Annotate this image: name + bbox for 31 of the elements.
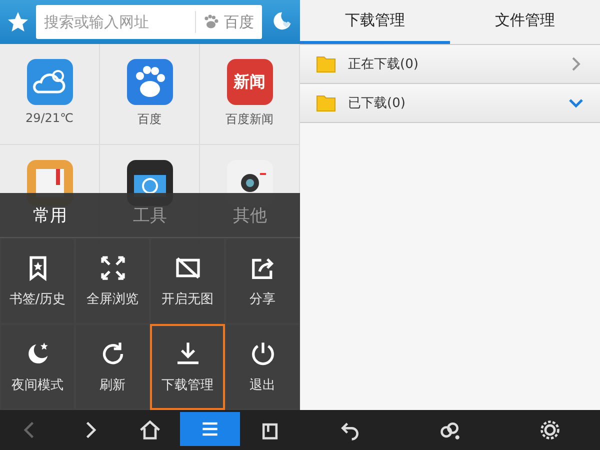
menu-item[interactable]: 退出 — [225, 324, 300, 410]
paw-icon — [202, 13, 220, 31]
paw-icon[interactable] — [126, 59, 172, 105]
menu-item[interactable]: 刷新 — [75, 324, 150, 410]
settings-icon — [539, 419, 561, 441]
folder-icon — [316, 94, 336, 112]
menu-item[interactable]: 夜间模式 — [0, 324, 75, 410]
shortcut-label: 百度 — [138, 111, 162, 128]
search-field[interactable]: 搜索或输入网址 百度 — [36, 5, 262, 39]
star-icon[interactable] — [6, 10, 30, 34]
menu-tab[interactable]: 常用 — [0, 193, 100, 237]
folder-label: 已下载(0) — [348, 95, 406, 112]
menu-item[interactable]: 全屏浏览 — [75, 238, 150, 324]
menu-icon-button[interactable] — [180, 412, 240, 446]
home-icon — [139, 419, 161, 441]
folder-label: 正在下载(0) — [348, 56, 420, 73]
menu-item[interactable]: 开启无图 — [150, 238, 225, 324]
menu-item[interactable]: 下载管理 — [150, 324, 225, 410]
search-placeholder: 搜索或输入网址 — [44, 12, 150, 32]
tab[interactable]: 文件管理 — [450, 0, 600, 44]
fullscreen-icon — [98, 254, 126, 282]
shortcut-label: 29/21℃ — [25, 111, 74, 125]
news-icon[interactable]: 新闻 — [226, 59, 272, 105]
menu-tab[interactable]: 工具 — [100, 193, 200, 237]
search-engine-label: 百度 — [224, 12, 254, 32]
weather-icon[interactable] — [26, 59, 72, 105]
folder-icon — [316, 55, 336, 73]
menu-item[interactable]: 书签/历史 — [0, 238, 75, 324]
menu-item[interactable]: 分享 — [225, 238, 300, 324]
menu-tab[interactable]: 其他 — [200, 193, 300, 237]
shortcut-label: 百度新闻 — [226, 111, 274, 128]
